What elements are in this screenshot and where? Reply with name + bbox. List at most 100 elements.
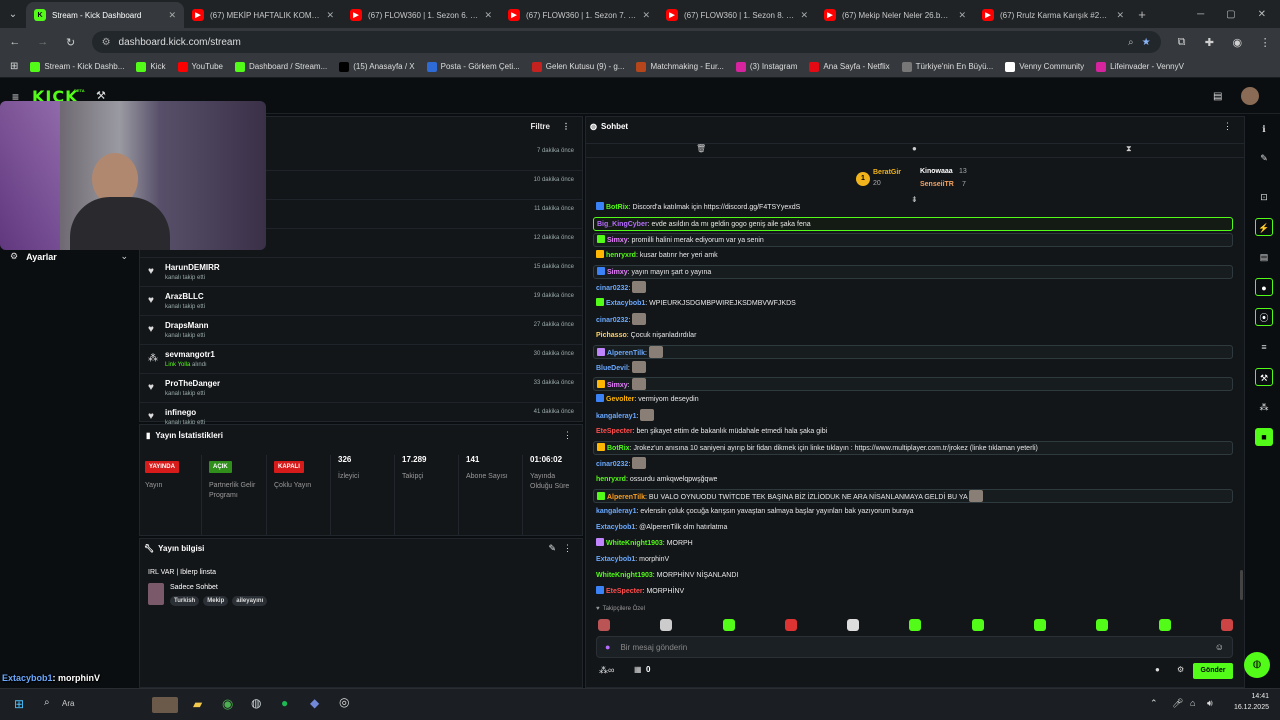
tag-chip[interactable]: Mekip [203, 596, 229, 606]
emote-icon[interactable] [784, 619, 797, 631]
steam-icon[interactable]: ◍ [251, 696, 261, 710]
browser-tab[interactable]: ▶ (67) FLOW360 | 1. Sezon 7. Bölü ✕ [500, 2, 658, 28]
stats-more-icon[interactable]: ⋮ [563, 430, 572, 441]
info-more-icon[interactable]: ⋮ [563, 543, 572, 554]
scan-icon[interactable]: ⊡ [1255, 188, 1273, 206]
puzzle-icon[interactable]: ✚ [1202, 36, 1216, 49]
chat-message[interactable]: cinar0232: [593, 313, 1233, 327]
emoji-icon[interactable]: ☺ [1215, 642, 1224, 652]
trash-icon[interactable]: 🗑︎ [696, 144, 706, 153]
chat-message[interactable]: Gevolter: vermiyom deseydin [593, 393, 1233, 407]
chat-users-icon[interactable]: ● [1155, 665, 1160, 674]
emote-icon[interactable] [971, 619, 984, 631]
tray-chevron-icon[interactable]: ⌃ [1150, 698, 1158, 709]
chat-username[interactable]: BlueDevil [596, 365, 628, 372]
taskbar-search-label[interactable]: Ara [62, 699, 74, 708]
info-icon[interactable]: ℹ [1255, 120, 1273, 138]
tools-icon[interactable]: ⚒ [1255, 368, 1273, 386]
close-tab-icon[interactable]: ✕ [642, 10, 650, 21]
fab-chat-icon[interactable]: ◍ [1244, 652, 1270, 678]
chat-username[interactable]: AlperenTilk [607, 350, 645, 357]
windows-start-icon[interactable]: ⊞ [14, 697, 24, 711]
tag-chip[interactable]: Turkish [170, 596, 200, 606]
chat-message[interactable]: Big_KingCyber: evde asıldın da mı geldin… [593, 217, 1233, 231]
tab-search-icon[interactable]: ⌄ [0, 2, 26, 28]
profile-icon[interactable]: ◉ [1230, 36, 1244, 49]
feed-user-name[interactable]: ArazBLLC [165, 292, 204, 301]
chat-username[interactable]: henryxrd [596, 476, 626, 483]
extension-icon[interactable]: ⧉ [1175, 36, 1189, 49]
hourglass-icon[interactable]: ⧗ [1126, 144, 1132, 154]
chat-username[interactable]: cinar0232 [596, 461, 628, 468]
new-tab-button[interactable]: + [1132, 2, 1152, 28]
mic-tray-icon[interactable]: 🎤︎ [1172, 698, 1183, 709]
close-tab-icon[interactable]: ✕ [800, 10, 808, 21]
chat-username[interactable]: cinar0232 [596, 317, 628, 324]
bookmark-item[interactable]: (15) Anasayfa / X [339, 61, 415, 72]
chat-username[interactable]: henryxrd [606, 252, 636, 259]
address-bar[interactable]: ⚙ dashboard.kick.com/stream ⌕ ★ [91, 31, 1161, 53]
chat-message[interactable]: AlperenTilk: BU VALO OYNUODU TWİTCDE TEK… [593, 489, 1233, 503]
feed-user-name[interactable]: HarunDEMIRR [165, 263, 220, 272]
chat-username[interactable]: cinar0232 [596, 285, 628, 292]
spotify-icon[interactable]: ● [281, 696, 288, 710]
chat-username[interactable]: kangaleray1 [596, 413, 636, 420]
bookmark-star-icon[interactable]: ★ [1142, 37, 1151, 48]
chat-username[interactable]: BotRix [607, 445, 630, 452]
chat-input[interactable]: ● Bir mesaj gönderin ☺ [596, 636, 1233, 658]
layers-icon[interactable]: ≡ [1255, 338, 1273, 356]
pencil-icon[interactable]: ✎ [1255, 149, 1273, 167]
browser-tab[interactable]: ▶ (67) FLOW360 | 1. Sezon 8. Bölü ✕ [658, 2, 816, 28]
chat-username[interactable]: kangaleray1 [596, 508, 636, 515]
layout-icon[interactable]: ▤ [1213, 91, 1222, 102]
emote-icon[interactable] [1034, 619, 1047, 631]
chat-username[interactable]: Simxy [607, 237, 628, 244]
chat-message[interactable]: cinar0232: [593, 281, 1233, 295]
browser-tab[interactable]: ▶ (67) FLOW360 | 1. Sezon 6. Bölü ✕ [342, 2, 500, 28]
chat-message[interactable]: Extacybob1: WPIEURKJSDGMBPWIREJKSDMBVWFJ… [593, 297, 1233, 311]
chat-message[interactable]: Extacybob1: @AlperenTilk olm hatırlatma [593, 521, 1233, 535]
chat-username[interactable]: WhiteKnight1903 [606, 540, 663, 547]
close-tab-icon[interactable]: ✕ [958, 10, 966, 21]
zoom-icon[interactable]: ⌕ [1128, 37, 1134, 48]
chat-message[interactable]: Simxy: yayın mayın şart o yayına [593, 265, 1233, 279]
leader-1-name[interactable]: BeratGir [873, 169, 901, 176]
feed-user-name[interactable]: infinego [165, 408, 196, 417]
close-tab-icon[interactable]: ✕ [326, 10, 334, 21]
forward-icon[interactable]: → [36, 36, 50, 48]
chat-panel-icon[interactable]: ● [1255, 278, 1273, 296]
chat-message[interactable]: WhiteKnight1903: MORPHİNV NİŞANLANDI [593, 569, 1233, 583]
chat-message[interactable]: AlperenTilk: [593, 345, 1233, 359]
emote-icon[interactable] [909, 619, 922, 631]
chat-username[interactable]: Extacybob1 [596, 556, 635, 563]
emote-icon[interactable] [847, 619, 860, 631]
chrome-icon[interactable]: ◉ [222, 696, 233, 712]
chat-icon[interactable]: ● [912, 144, 917, 153]
tag-chip[interactable]: aileyayını [232, 596, 268, 606]
chat-message[interactable]: Simxy: promilli halini merak ediyorum va… [593, 233, 1233, 247]
emote-icon[interactable] [660, 619, 673, 631]
bookmark-item[interactable]: YouTube [177, 61, 223, 72]
filter-button[interactable]: Filtre [530, 122, 550, 131]
chat-username[interactable]: Pichasso [596, 332, 627, 339]
bookmark-item[interactable]: Lifeinvader - VennyV [1096, 61, 1184, 72]
bookmark-item[interactable]: Venny Community [1005, 61, 1084, 72]
site-info-icon[interactable]: ⚙ [102, 37, 111, 48]
leader-2-name[interactable]: Kinowaaa [920, 168, 953, 175]
bookmark-item[interactable]: Stream - Kick Dashb... [30, 61, 124, 72]
chat-message[interactable]: kangaleray1: [593, 409, 1233, 423]
send-button[interactable]: Gönder [1193, 663, 1233, 679]
nodes-icon[interactable]: ⁂ [1255, 398, 1273, 416]
mic-icon[interactable]: ● [605, 642, 610, 652]
emote-icon[interactable] [722, 619, 735, 631]
menu-icon[interactable]: ⋮ [1258, 36, 1272, 49]
chat-message[interactable]: Pichasso: Çocuk nişanladırdılar [593, 329, 1233, 343]
bookmark-item[interactable]: Gelen Kutusu (9) - g... [531, 61, 624, 72]
chat-message[interactable]: cinar0232: [593, 457, 1233, 471]
search-icon[interactable]: ⌕ [44, 697, 50, 708]
emote-tab[interactable]: ♥ Takipçilere Özel [596, 606, 645, 612]
feed-reward-link[interactable]: Link Yolla [165, 362, 190, 368]
chat-username[interactable]: Gevolter [606, 396, 634, 403]
task-view-icon[interactable] [152, 697, 178, 713]
emote-icon[interactable] [1096, 619, 1109, 631]
